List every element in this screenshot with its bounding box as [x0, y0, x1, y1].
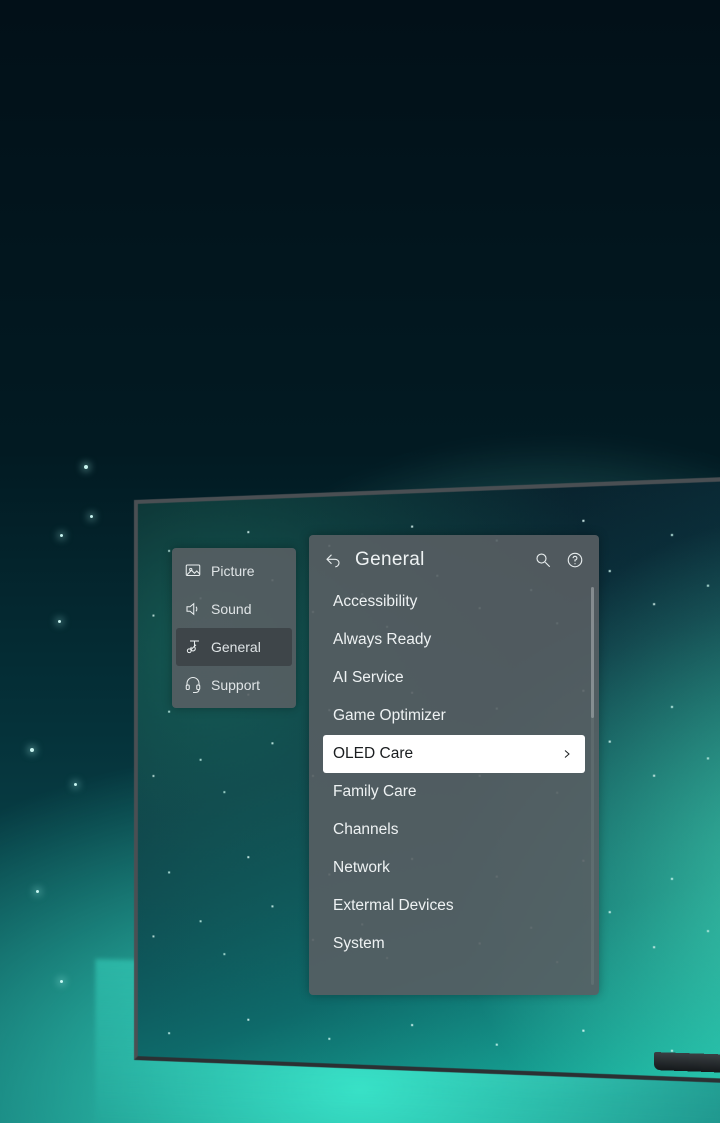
ambient-dot — [74, 783, 77, 786]
settings-row-family-care[interactable]: Family Care — [309, 773, 599, 811]
settings-row-label: OLED Care — [333, 745, 413, 763]
settings-row-game-optimizer[interactable]: Game Optimizer — [309, 697, 599, 735]
picture-icon — [184, 562, 202, 580]
ambient-dot — [84, 465, 88, 469]
ambient-dot — [58, 620, 61, 623]
settings-row-label: Always Ready — [333, 631, 431, 649]
sidebar-item-support[interactable]: Support — [172, 666, 296, 704]
search-button[interactable] — [533, 550, 553, 570]
settings-row-label: Channels — [333, 821, 399, 839]
support-icon — [184, 676, 202, 694]
settings-main-panel: General Accessibility Always Ready AI Se… — [309, 535, 599, 995]
sidebar-item-general[interactable]: General — [176, 628, 292, 666]
settings-row-label: System — [333, 935, 385, 953]
sidebar-item-sound[interactable]: Sound — [172, 590, 296, 628]
sidebar-item-label: Support — [211, 678, 260, 692]
settings-row-system[interactable]: System — [309, 925, 599, 963]
ambient-dot — [90, 515, 93, 518]
settings-sidebar: Picture Sound General Support — [172, 548, 296, 708]
sidebar-item-label: Sound — [211, 602, 251, 616]
back-button[interactable] — [323, 550, 343, 570]
ambient-dot — [60, 980, 63, 983]
settings-row-oled-care[interactable]: OLED Care — [323, 735, 585, 773]
settings-header: General — [309, 535, 599, 583]
settings-row-network[interactable]: Network — [309, 849, 599, 887]
settings-row-ai-service[interactable]: AI Service — [309, 659, 599, 697]
sound-icon — [184, 600, 202, 618]
chevron-right-icon — [561, 747, 575, 761]
settings-row-label: Accessibility — [333, 593, 417, 611]
settings-row-always-ready[interactable]: Always Ready — [309, 621, 599, 659]
sidebar-item-label: General — [211, 640, 261, 654]
settings-row-label: Game Optimizer — [333, 707, 446, 725]
scrollbar-thumb[interactable] — [591, 587, 594, 718]
sidebar-item-picture[interactable]: Picture — [172, 552, 296, 590]
settings-row-label: Family Care — [333, 783, 417, 801]
settings-row-label: AI Service — [333, 669, 404, 687]
settings-row-label: Network — [333, 859, 390, 877]
settings-row-channels[interactable]: Channels — [309, 811, 599, 849]
settings-row-external-devices[interactable]: Extermal Devices — [309, 887, 599, 925]
settings-list: Accessibility Always Ready AI Service Ga… — [309, 583, 599, 995]
settings-row-label: Extermal Devices — [333, 897, 454, 915]
general-icon — [184, 638, 202, 656]
help-button[interactable] — [565, 550, 585, 570]
settings-row-accessibility[interactable]: Accessibility — [309, 583, 599, 621]
sidebar-item-label: Picture — [211, 564, 255, 578]
ambient-dot — [60, 534, 63, 537]
ambient-dot — [36, 890, 39, 893]
scrollbar[interactable] — [591, 587, 594, 985]
ambient-dot — [30, 748, 34, 752]
settings-title: General — [355, 549, 521, 571]
